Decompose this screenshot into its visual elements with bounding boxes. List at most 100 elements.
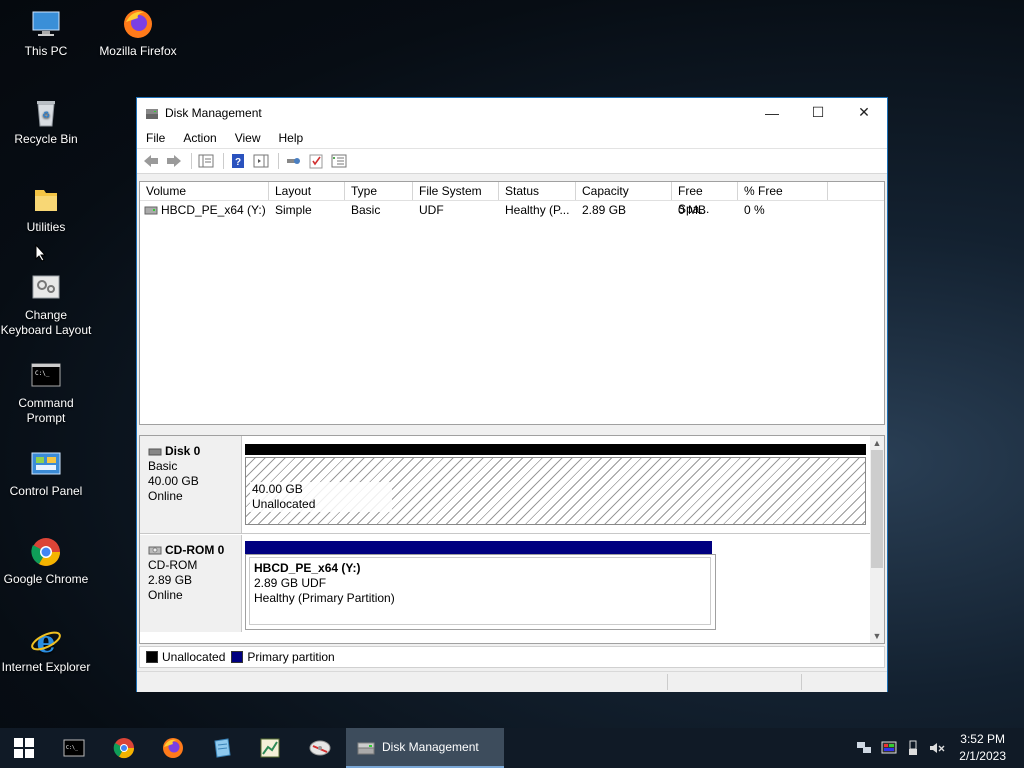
disk-management-icon	[357, 742, 375, 755]
desktop-icon-label: Internet Explorer	[1, 660, 91, 674]
scroll-up-arrow-icon[interactable]: ▲	[870, 436, 884, 450]
clock-time: 3:52 PM	[960, 732, 1005, 746]
system-clock[interactable]: 3:52 PM 2/1/2023	[959, 731, 1006, 765]
desktop-icon-this-pc[interactable]: This PC	[0, 8, 92, 59]
column-header-status[interactable]: Status	[499, 182, 576, 200]
desktop-icon-utilities[interactable]: Utilities	[0, 184, 92, 235]
svg-text:?: ?	[235, 157, 241, 168]
cell-capacity: 2.89 GB	[582, 203, 627, 217]
legend-label-unallocated: Unallocated	[162, 650, 226, 664]
partition-size: 40.00 GB	[252, 482, 303, 496]
maximize-button[interactable]: ☐	[795, 98, 841, 127]
vertical-scrollbar[interactable]: ▲ ▼	[870, 436, 884, 643]
key-icon	[287, 158, 300, 164]
svg-text:C:\_: C:\_	[35, 370, 50, 377]
toolbar-separator	[278, 153, 279, 169]
desktop-icon-google-chrome[interactable]: Google Chrome	[0, 536, 92, 587]
title-bar[interactable]: Disk Management — ☐ ✕	[137, 98, 887, 127]
command-prompt-icon: C:\_	[30, 360, 62, 392]
column-header-volume[interactable]: Volume	[140, 182, 269, 200]
column-header-type[interactable]: Type	[345, 182, 413, 200]
desktop-icon-recycle-bin[interactable]: ♻ Recycle Bin	[0, 96, 92, 147]
internet-explorer-icon: e	[30, 624, 62, 660]
notepad-icon	[214, 738, 231, 758]
desktop-icon-label: Change Keyboard Layout	[0, 308, 92, 337]
back-arrow-icon	[144, 155, 158, 167]
menu-action[interactable]: Action	[174, 131, 225, 145]
desktop-icon-internet-explorer[interactable]: e Internet Explorer	[0, 624, 92, 675]
close-button[interactable]: ✕	[841, 98, 887, 127]
taskbar-disk-tool[interactable]	[300, 732, 340, 764]
menu-file[interactable]: File	[137, 131, 174, 145]
legend-swatch-unallocated	[146, 651, 158, 663]
recycle-bin-icon: ♻	[30, 96, 62, 128]
taskbar-firefox[interactable]	[153, 732, 193, 764]
properties-button[interactable]	[306, 152, 326, 170]
connect-virtual-disk-button[interactable]	[283, 152, 303, 170]
mouse-pointer-icon	[35, 243, 47, 267]
desktop-icon-firefox[interactable]: Mozilla Firefox	[92, 8, 184, 59]
column-header-file-system[interactable]: File System	[413, 182, 499, 200]
disk-size: 2.89 GB	[148, 573, 193, 587]
back-button[interactable]	[141, 152, 161, 170]
minimize-button[interactable]: —	[749, 98, 795, 127]
menu-help[interactable]: Help	[270, 131, 313, 145]
disk-management-app-icon	[145, 106, 159, 120]
taskbar-notepad[interactable]	[202, 732, 242, 764]
taskbar-chart-tool[interactable]	[250, 732, 290, 764]
cell-file-system: UDF	[419, 203, 444, 217]
start-button[interactable]	[4, 732, 44, 764]
column-header-free-space[interactable]: Free Spa...	[672, 182, 738, 216]
control-panel-icon	[30, 448, 62, 480]
show-hide-console-tree-button[interactable]	[196, 152, 216, 170]
unallocated-partition[interactable]: 40.00 GB Unallocated	[245, 457, 866, 525]
cell-volume: HBCD_PE_x64 (Y:)	[161, 203, 266, 217]
forward-button[interactable]	[164, 152, 184, 170]
scrollbar-thumb[interactable]	[871, 450, 883, 568]
svg-text:♻: ♻	[42, 110, 50, 120]
partition-name: HBCD_PE_x64 (Y:)	[254, 561, 361, 575]
chrome-icon	[113, 738, 135, 759]
usb-device-icon[interactable]	[902, 732, 924, 764]
table-row[interactable]: HBCD_PE_x64 (Y:) Simple Basic UDF Health…	[140, 201, 884, 219]
disk-0-label[interactable]: Disk 0 Basic 40.00 GB Online	[140, 436, 242, 533]
disk-row-disk-0[interactable]: Disk 0 Basic 40.00 GB Online 40.00 GB Un…	[140, 436, 872, 534]
help-icon: ?	[232, 154, 244, 168]
cd-drive-icon	[148, 546, 162, 554]
speaker-muted-icon[interactable]	[926, 732, 948, 764]
network-icon[interactable]	[853, 732, 875, 764]
desktop-icon-change-keyboard-layout[interactable]: Change Keyboard Layout	[0, 272, 92, 338]
desktop-icon-control-panel[interactable]: Control Panel	[0, 448, 92, 499]
menu-view[interactable]: View	[226, 131, 270, 145]
list-settings-icon	[331, 154, 347, 168]
chart-app-icon	[260, 738, 280, 758]
column-header-capacity[interactable]: Capacity	[576, 182, 672, 200]
toolbar: ?	[137, 149, 887, 174]
taskbar-disk-management[interactable]: Disk Management	[346, 728, 504, 768]
primary-partition[interactable]: HBCD_PE_x64 (Y:) 2.89 GB UDF Healthy (Pr…	[245, 554, 716, 630]
active-task-label: Disk Management	[382, 740, 479, 754]
taskbar-google-chrome[interactable]	[104, 732, 144, 764]
desktop-icon-label: Recycle Bin	[14, 132, 78, 146]
help-button[interactable]: ?	[228, 152, 248, 170]
scroll-down-arrow-icon[interactable]: ▼	[870, 629, 884, 643]
display-settings-icon[interactable]	[878, 732, 900, 764]
drive-icon	[144, 206, 158, 215]
computer-icon	[30, 8, 62, 40]
column-header-layout[interactable]: Layout	[269, 182, 345, 200]
taskbar-command-prompt[interactable]: C:\_	[54, 732, 94, 764]
disk-state: Online	[148, 588, 183, 602]
settings-button[interactable]	[329, 152, 349, 170]
disk-row-cd-rom-0[interactable]: CD-ROM 0 CD-ROM 2.89 GB Online HBCD_PE_x…	[140, 535, 872, 632]
desktop-icon-command-prompt[interactable]: C:\_ Command Prompt	[0, 360, 92, 426]
cd-rom-0-label[interactable]: CD-ROM 0 CD-ROM 2.89 GB Online	[140, 535, 242, 632]
disk-map-pane: Disk 0 Basic 40.00 GB Online 40.00 GB Un…	[139, 435, 885, 644]
status-bar	[137, 671, 887, 692]
disk-name: Disk 0	[165, 444, 201, 458]
action-pane-icon	[253, 154, 269, 168]
svg-text:C:\_: C:\_	[66, 745, 79, 751]
partition-desc: Healthy (Primary Partition)	[254, 591, 395, 605]
column-header-percent-free[interactable]: % Free	[738, 182, 828, 200]
show-hide-action-pane-button[interactable]	[251, 152, 271, 170]
desktop-icon-label: Google Chrome	[3, 572, 89, 586]
